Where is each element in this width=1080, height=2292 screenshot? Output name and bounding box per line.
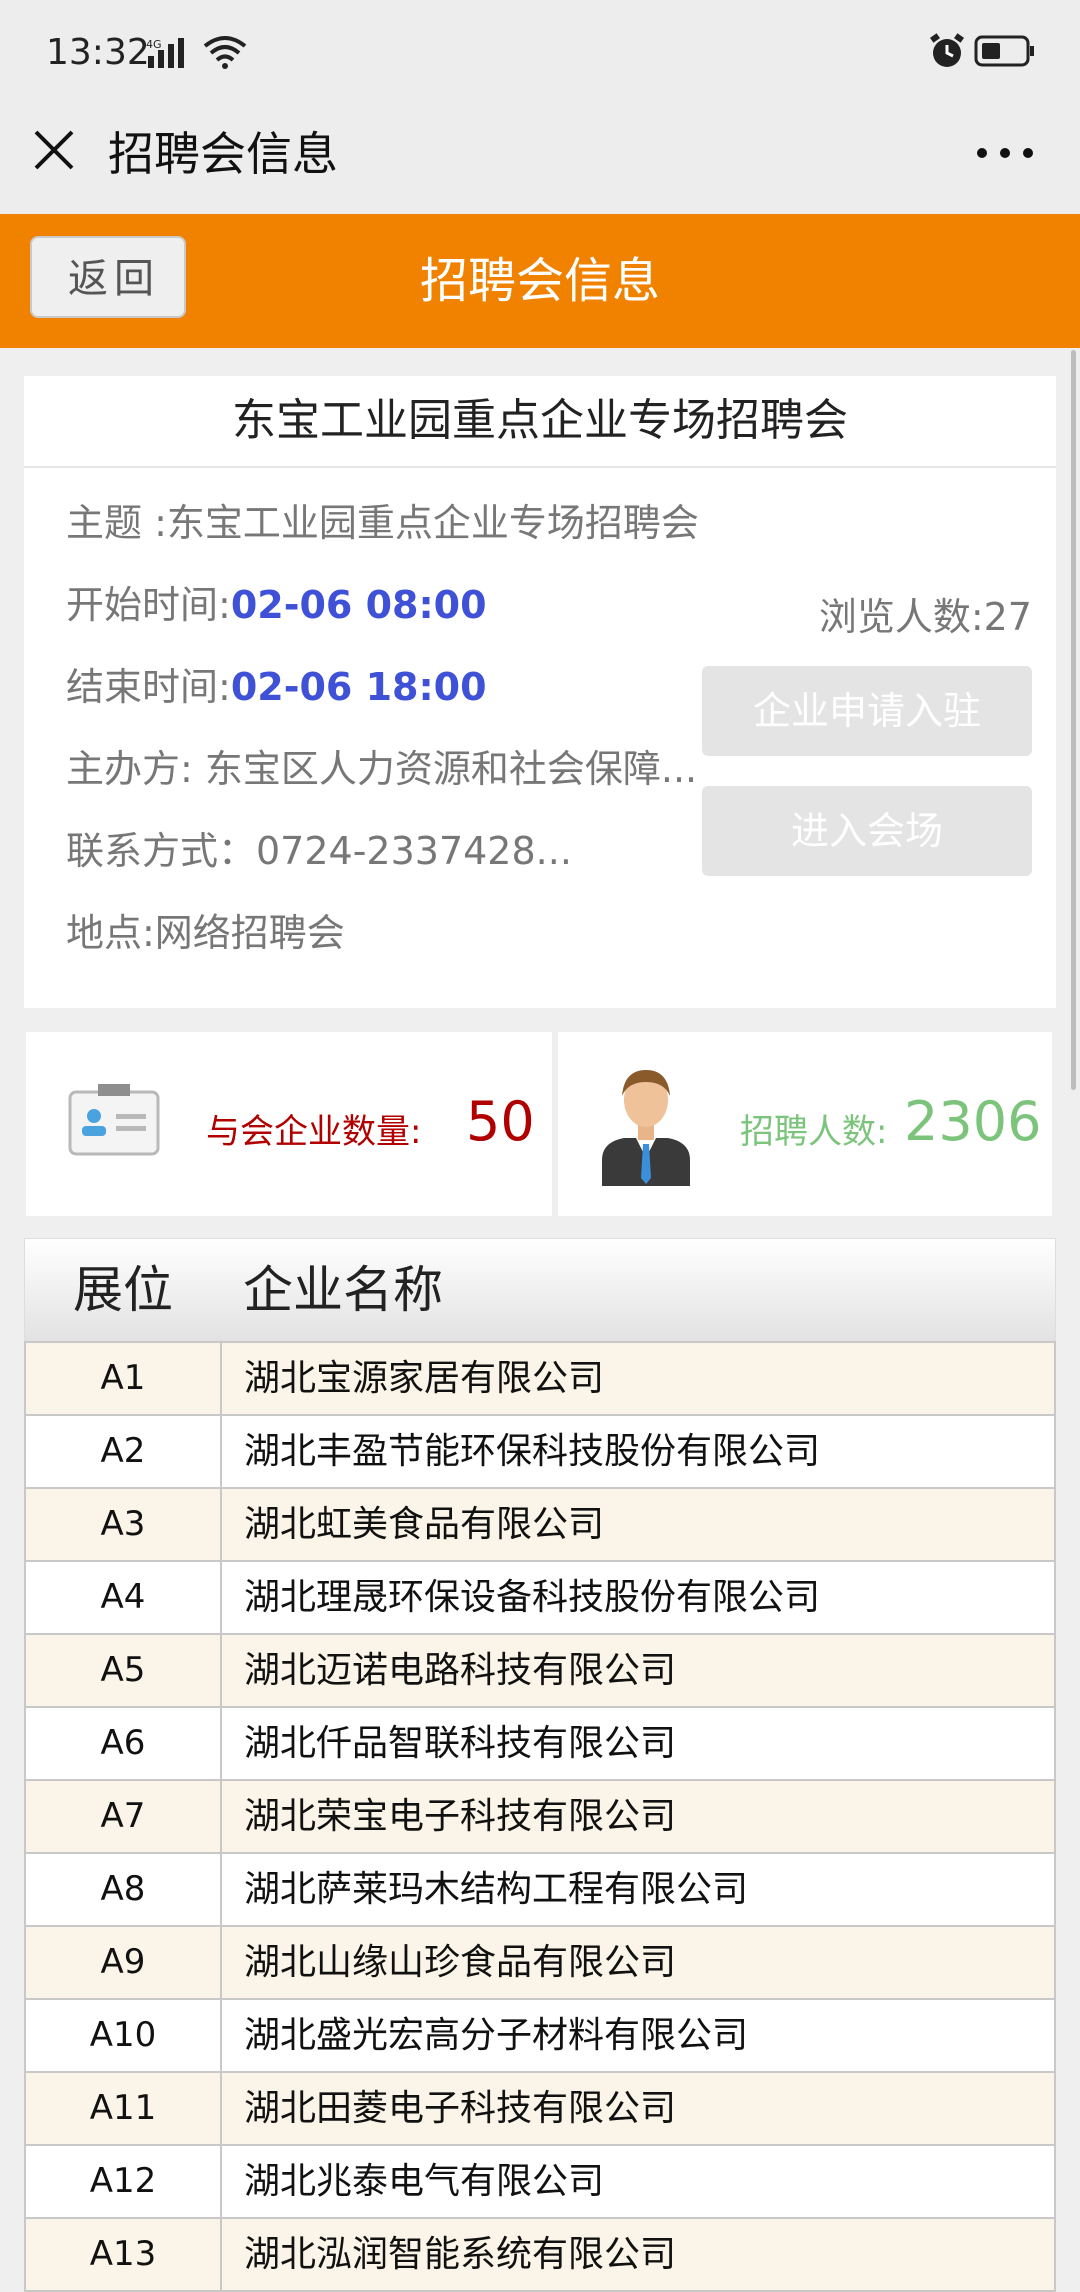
booth-cell: A1 (26, 1343, 222, 1414)
company-cell: 湖北萨莱玛木结构工程有限公司 (244, 1869, 749, 1910)
table-row[interactable]: A1 湖北宝源家居有限公司 (24, 1343, 1056, 1416)
table-row[interactable]: A7 湖北荣宝电子科技有限公司 (24, 1781, 1056, 1854)
alarm-icon (930, 33, 964, 67)
booth-cell: A9 (26, 1927, 222, 1998)
recruit-stat: 招聘人数: 2306 (558, 1032, 1052, 1216)
booth-cell: A4 (26, 1562, 222, 1633)
table-row[interactable]: A8 湖北萨莱玛木结构工程有限公司 (24, 1854, 1056, 1927)
company-cell: 湖北盛光宏高分子材料有限公司 (244, 2015, 749, 2056)
end-time-value: 02-06 18:00 (230, 665, 487, 709)
company-cell: 湖北迈诺电路科技有限公司 (244, 1650, 677, 1691)
booth-cell: A2 (26, 1416, 222, 1487)
company-cell: 湖北荣宝电子科技有限公司 (244, 1796, 677, 1837)
table-row[interactable]: A3 湖北虹美食品有限公司 (24, 1489, 1056, 1562)
view-count: 浏览人数:27 (818, 595, 1032, 639)
table-row[interactable]: A11 湖北田菱电子科技有限公司 (24, 2073, 1056, 2146)
apply-join-button[interactable]: 企业申请入驻 (702, 666, 1032, 756)
end-time: 结束时间:02-06 18:00 (66, 656, 487, 711)
table-row[interactable]: A13 湖北泓润智能系统有限公司 (24, 2219, 1056, 2292)
fair-name: 东宝工业园重点企业专场招聘会 (24, 376, 1056, 468)
close-icon[interactable] (30, 126, 78, 174)
company-cell: 湖北宝源家居有限公司 (244, 1358, 605, 1399)
companies-stat: 与会企业数量: 50 (26, 1032, 552, 1216)
back-button[interactable]: 返回 (22, 236, 186, 322)
booth-cell: A3 (26, 1489, 222, 1560)
booth-cell: A12 (26, 2146, 222, 2217)
companies-label: 与会企业数量: (206, 1112, 422, 1152)
id-card-icon (68, 1084, 160, 1156)
status-time: 13:32 (46, 32, 150, 73)
booth-cell: A11 (26, 2073, 222, 2144)
table-row[interactable]: A9 湖北山缘山珍食品有限公司 (24, 1927, 1056, 2000)
column-header-booth: 展位 (73, 1261, 173, 1319)
battery-icon (974, 35, 1034, 67)
booth-cell: A7 (26, 1781, 222, 1852)
company-cell: 湖北虹美食品有限公司 (244, 1504, 605, 1545)
status-bar: 13:32 4G (0, 0, 1080, 104)
fair-info-card: 主题 :东宝工业园重点企业专场招聘会 开始时间:02-06 08:00 浏览人数… (24, 468, 1056, 1008)
table-row[interactable]: A10 湖北盛光宏高分子材料有限公司 (24, 2000, 1056, 2073)
table-row[interactable]: A2 湖北丰盈节能环保科技股份有限公司 (24, 1416, 1056, 1489)
company-cell: 湖北仟品智联科技有限公司 (244, 1723, 677, 1764)
company-cell: 湖北田菱电子科技有限公司 (244, 2088, 677, 2129)
company-cell: 湖北泓润智能系统有限公司 (244, 2234, 677, 2275)
booth-cell: A6 (26, 1708, 222, 1779)
enter-venue-button[interactable]: 进入会场 (702, 786, 1032, 876)
start-time-value: 02-06 08:00 (230, 583, 487, 627)
table-row[interactable]: A4 湖北理晟环保设备科技股份有限公司 (24, 1562, 1056, 1635)
recruit-value: 2306 (904, 1090, 1042, 1153)
booth-cell: A10 (26, 2000, 222, 2071)
table-row[interactable]: A5 湖北迈诺电路科技有限公司 (24, 1635, 1056, 1708)
table-row[interactable]: A12 湖北兆泰电气有限公司 (24, 2146, 1056, 2219)
table-header: 展位 企业名称 (24, 1238, 1056, 1341)
person-icon (602, 1070, 690, 1186)
booth-cell: A8 (26, 1854, 222, 1925)
booth-cell: A13 (26, 2219, 222, 2290)
wifi-icon (203, 36, 247, 69)
end-time-label: 结束时间: (66, 665, 231, 709)
location: 地点:网络招聘会 (66, 911, 345, 955)
company-cell: 湖北兆泰电气有限公司 (244, 2161, 605, 2202)
signal-icon: 4G (146, 38, 184, 68)
more-options-icon[interactable] (970, 138, 1040, 168)
company-cell: 湖北理晟环保设备科技股份有限公司 (244, 1577, 821, 1618)
company-cell: 湖北丰盈节能环保科技股份有限公司 (244, 1431, 821, 1472)
app-title-bar: 招聘会信息 (0, 104, 1080, 214)
fair-topic: 主题 :东宝工业园重点企业专场招聘会 (66, 501, 699, 545)
organizer: 主办方: 东宝区人力资源和社会保障... (66, 747, 698, 791)
table-body: A1 湖北宝源家居有限公司 A2 湖北丰盈节能环保科技股份有限公司 A3 湖北虹美食品… (24, 1341, 1056, 2292)
back-button-label[interactable]: 返回 (30, 236, 186, 318)
window-title: 招聘会信息 (108, 127, 338, 181)
scrollbar[interactable] (1071, 350, 1076, 1090)
company-table: 展位 企业名称 A1 湖北宝源家居有限公司 A2 湖北丰盈节能环保科技股份有限公司 … (24, 1238, 1056, 2292)
column-header-company: 企业名称 (243, 1261, 443, 1319)
start-time-label: 开始时间: (66, 583, 231, 627)
companies-value: 50 (466, 1090, 535, 1153)
start-time: 开始时间:02-06 08:00 (66, 574, 487, 629)
recruit-label: 招聘人数: (740, 1112, 888, 1152)
company-cell: 湖北山缘山珍食品有限公司 (244, 1942, 677, 1983)
booth-cell: A5 (26, 1635, 222, 1706)
svg-text:4G: 4G (146, 38, 162, 51)
contact: 联系方式：0724-2337428... (66, 829, 572, 873)
table-row[interactable]: A6 湖北仟品智联科技有限公司 (24, 1708, 1056, 1781)
